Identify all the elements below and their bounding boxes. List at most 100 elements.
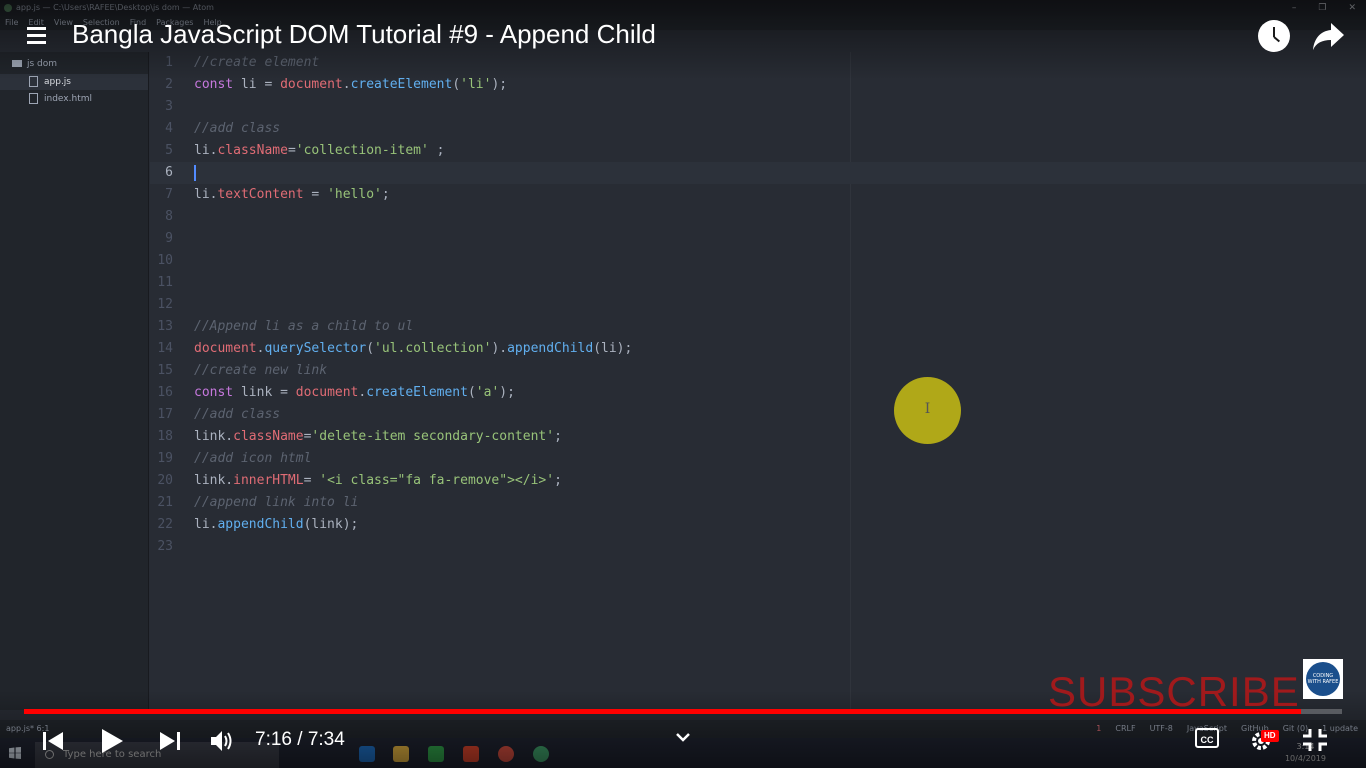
status-encoding[interactable]: UTF-8 — [1150, 724, 1173, 733]
tree-folder-js-dom[interactable]: js dom — [6, 56, 57, 72]
playlist-menu-icon[interactable] — [27, 24, 51, 48]
channel-seal-icon: CODING WITH RAFEE — [1306, 662, 1340, 696]
file-icon — [29, 76, 38, 87]
code-line[interactable]: 22 li.appendChild(link); — [150, 514, 1366, 536]
code-line[interactable]: 14 document.querySelector('ul.collection'… — [150, 338, 1366, 360]
previous-icon[interactable] — [41, 730, 65, 752]
code-text: const li = document.createElement('li'); — [194, 77, 508, 92]
edge-icon[interactable] — [359, 746, 375, 762]
tree-file-label: app.js — [44, 77, 71, 87]
code-line[interactable]: 4 //add class — [150, 118, 1366, 140]
code-line[interactable]: 17 //add class — [150, 404, 1366, 426]
tree-file-index-html[interactable]: index.html — [0, 91, 148, 107]
line-number: 7 — [165, 187, 173, 202]
menu-file[interactable]: File — [5, 16, 18, 30]
code-text: //create new link — [194, 363, 328, 378]
time-display: 7:16 / 7:34 — [255, 729, 345, 750]
line-number: 19 — [157, 451, 173, 466]
code-text: link.innerHTML= '<i class="fa fa-remove"… — [194, 473, 562, 488]
line-number: 16 — [157, 385, 173, 400]
file-tree: js dom app.js index.html — [0, 52, 149, 710]
close-button[interactable]: ✕ — [1348, 0, 1356, 16]
chevron-down-icon[interactable] — [675, 729, 691, 745]
line-number: 10 — [157, 253, 173, 268]
line-number: 6 — [165, 165, 173, 180]
line-number: 20 — [157, 473, 173, 488]
camtasia-icon[interactable] — [428, 746, 444, 762]
hd-badge: HD — [1261, 730, 1279, 742]
chrome-icon[interactable] — [498, 746, 514, 762]
volume-icon[interactable] — [209, 729, 235, 753]
line-number: 11 — [157, 275, 173, 290]
line-number: 1 — [165, 55, 173, 70]
code-line[interactable]: 1 //create element — [150, 52, 1366, 74]
taskbar-date: 10/4/2019 — [1284, 754, 1326, 763]
code-line[interactable]: 2 const li = document.createElement('li')… — [150, 74, 1366, 96]
atom-titlebar: app.js — C:\Users\RAFEE\Desktop\js dom —… — [0, 0, 1366, 16]
line-number: 9 — [165, 231, 173, 246]
code-line[interactable]: 11 — [150, 272, 1366, 294]
code-line[interactable]: 18 link.className='delete-item secondary-… — [150, 426, 1366, 448]
code-line[interactable]: 15 //create new link — [150, 360, 1366, 382]
line-number: 5 — [165, 143, 173, 158]
line-number: 14 — [157, 341, 173, 356]
next-icon[interactable] — [158, 730, 182, 752]
atom-window-title: app.js — C:\Users\RAFEE\Desktop\js dom —… — [16, 3, 214, 12]
code-text: link.className='delete-item secondary-co… — [194, 429, 562, 444]
line-number: 8 — [165, 209, 173, 224]
code-text: //Append li as a child to ul — [194, 319, 414, 334]
code-line[interactable]: 9 — [150, 228, 1366, 250]
line-number: 22 — [157, 517, 173, 532]
code-text: //create element — [194, 55, 320, 70]
folder-explorer-icon[interactable] — [393, 746, 409, 762]
windows-start-icon[interactable] — [9, 747, 21, 759]
maximize-button[interactable]: ❐ — [1318, 0, 1326, 16]
play-icon[interactable] — [100, 728, 124, 754]
tree-file-label: index.html — [44, 94, 92, 104]
window-controls: – ❐ ✕ — [1292, 0, 1356, 16]
code-line[interactable]: 10 — [150, 250, 1366, 272]
video-title[interactable]: Bangla JavaScript DOM Tutorial #9 - Appe… — [72, 19, 656, 50]
code-line[interactable]: 23 — [150, 536, 1366, 558]
share-arrow-icon[interactable] — [1311, 20, 1345, 52]
code-editor[interactable]: 1 //create element 2 const li = document.cr… — [150, 52, 1366, 710]
status-issues[interactable]: 1 — [1096, 724, 1101, 733]
line-number: 4 — [165, 121, 173, 136]
text-cursor-icon: I — [924, 401, 931, 417]
progress-bar[interactable] — [24, 709, 1342, 714]
code-text: document.querySelector('ul.collection').… — [194, 341, 633, 356]
exit-fullscreen-icon[interactable] — [1302, 728, 1328, 752]
code-line[interactable]: 12 — [150, 294, 1366, 316]
code-text: li.appendChild(link); — [194, 517, 359, 532]
line-number: 12 — [157, 297, 173, 312]
minimize-button[interactable]: – — [1292, 0, 1297, 16]
line-number: 23 — [157, 539, 173, 554]
code-line[interactable]: 21 //append link into li — [150, 492, 1366, 514]
channel-branding-badge[interactable]: CODING WITH RAFEE — [1303, 659, 1343, 699]
code-line[interactable]: 5 li.className='collection-item' ; — [150, 140, 1366, 162]
code-text: //append link into li — [194, 495, 359, 510]
code-line[interactable]: 20 link.innerHTML= '<i class="fa fa-remov… — [150, 470, 1366, 492]
line-number: 21 — [157, 495, 173, 510]
captions-button[interactable]: CC — [1195, 728, 1219, 748]
code-text: //add class — [194, 407, 281, 422]
code-text: //add icon html — [194, 451, 312, 466]
code-line[interactable]: 8 — [150, 206, 1366, 228]
code-line[interactable]: 13 //Append li as a child to ul — [150, 316, 1366, 338]
atom-icon[interactable] — [533, 746, 549, 762]
taskbar-search[interactable]: Type here to search — [35, 742, 279, 768]
code-line[interactable]: 7 li.textContent = 'hello'; — [150, 184, 1366, 206]
progress-bar-played — [24, 709, 1302, 714]
tree-file-app-js[interactable]: app.js — [0, 74, 148, 90]
recorder-icon[interactable] — [463, 746, 479, 762]
menu-view[interactable]: View — [54, 16, 73, 30]
line-number: 17 — [157, 407, 173, 422]
status-line-ending[interactable]: CRLF — [1115, 724, 1135, 733]
code-line[interactable]: 6 — [150, 162, 1366, 184]
watch-later-clock-icon[interactable] — [1258, 20, 1290, 52]
code-text: li.textContent = 'hello'; — [194, 187, 390, 202]
code-line[interactable]: 3 — [150, 96, 1366, 118]
code-line[interactable]: 19 //add icon html — [150, 448, 1366, 470]
code-text: li.className='collection-item' ; — [194, 143, 445, 158]
code-line[interactable]: 16 const link = document.createElement('a… — [150, 382, 1366, 404]
